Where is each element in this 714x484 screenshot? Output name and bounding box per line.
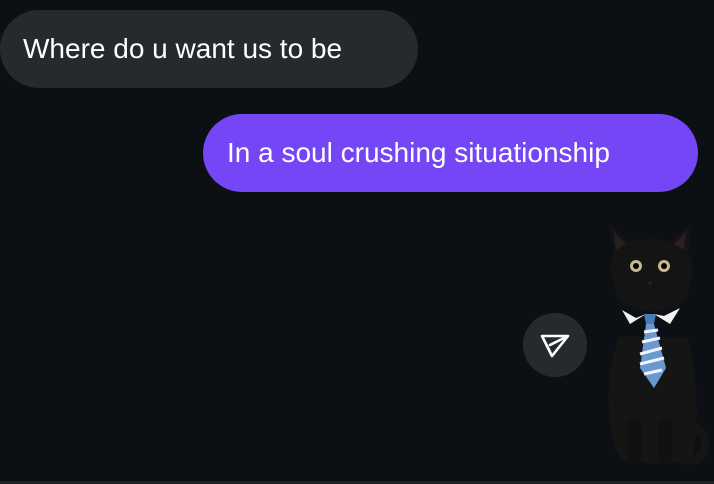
message-text: In a soul crushing situationship [227, 137, 610, 168]
message-text: Where do u want us to be [23, 33, 343, 64]
chat-thread: Where do u want us to be In a soul crush… [0, 0, 714, 484]
paper-plane-icon [540, 334, 570, 358]
incoming-message-bubble[interactable]: Where do u want us to be [0, 10, 418, 88]
share-button[interactable] [523, 313, 587, 377]
cat-sticker[interactable] [600, 218, 712, 468]
outgoing-message-bubble[interactable]: In a soul crushing situationship [203, 114, 698, 192]
